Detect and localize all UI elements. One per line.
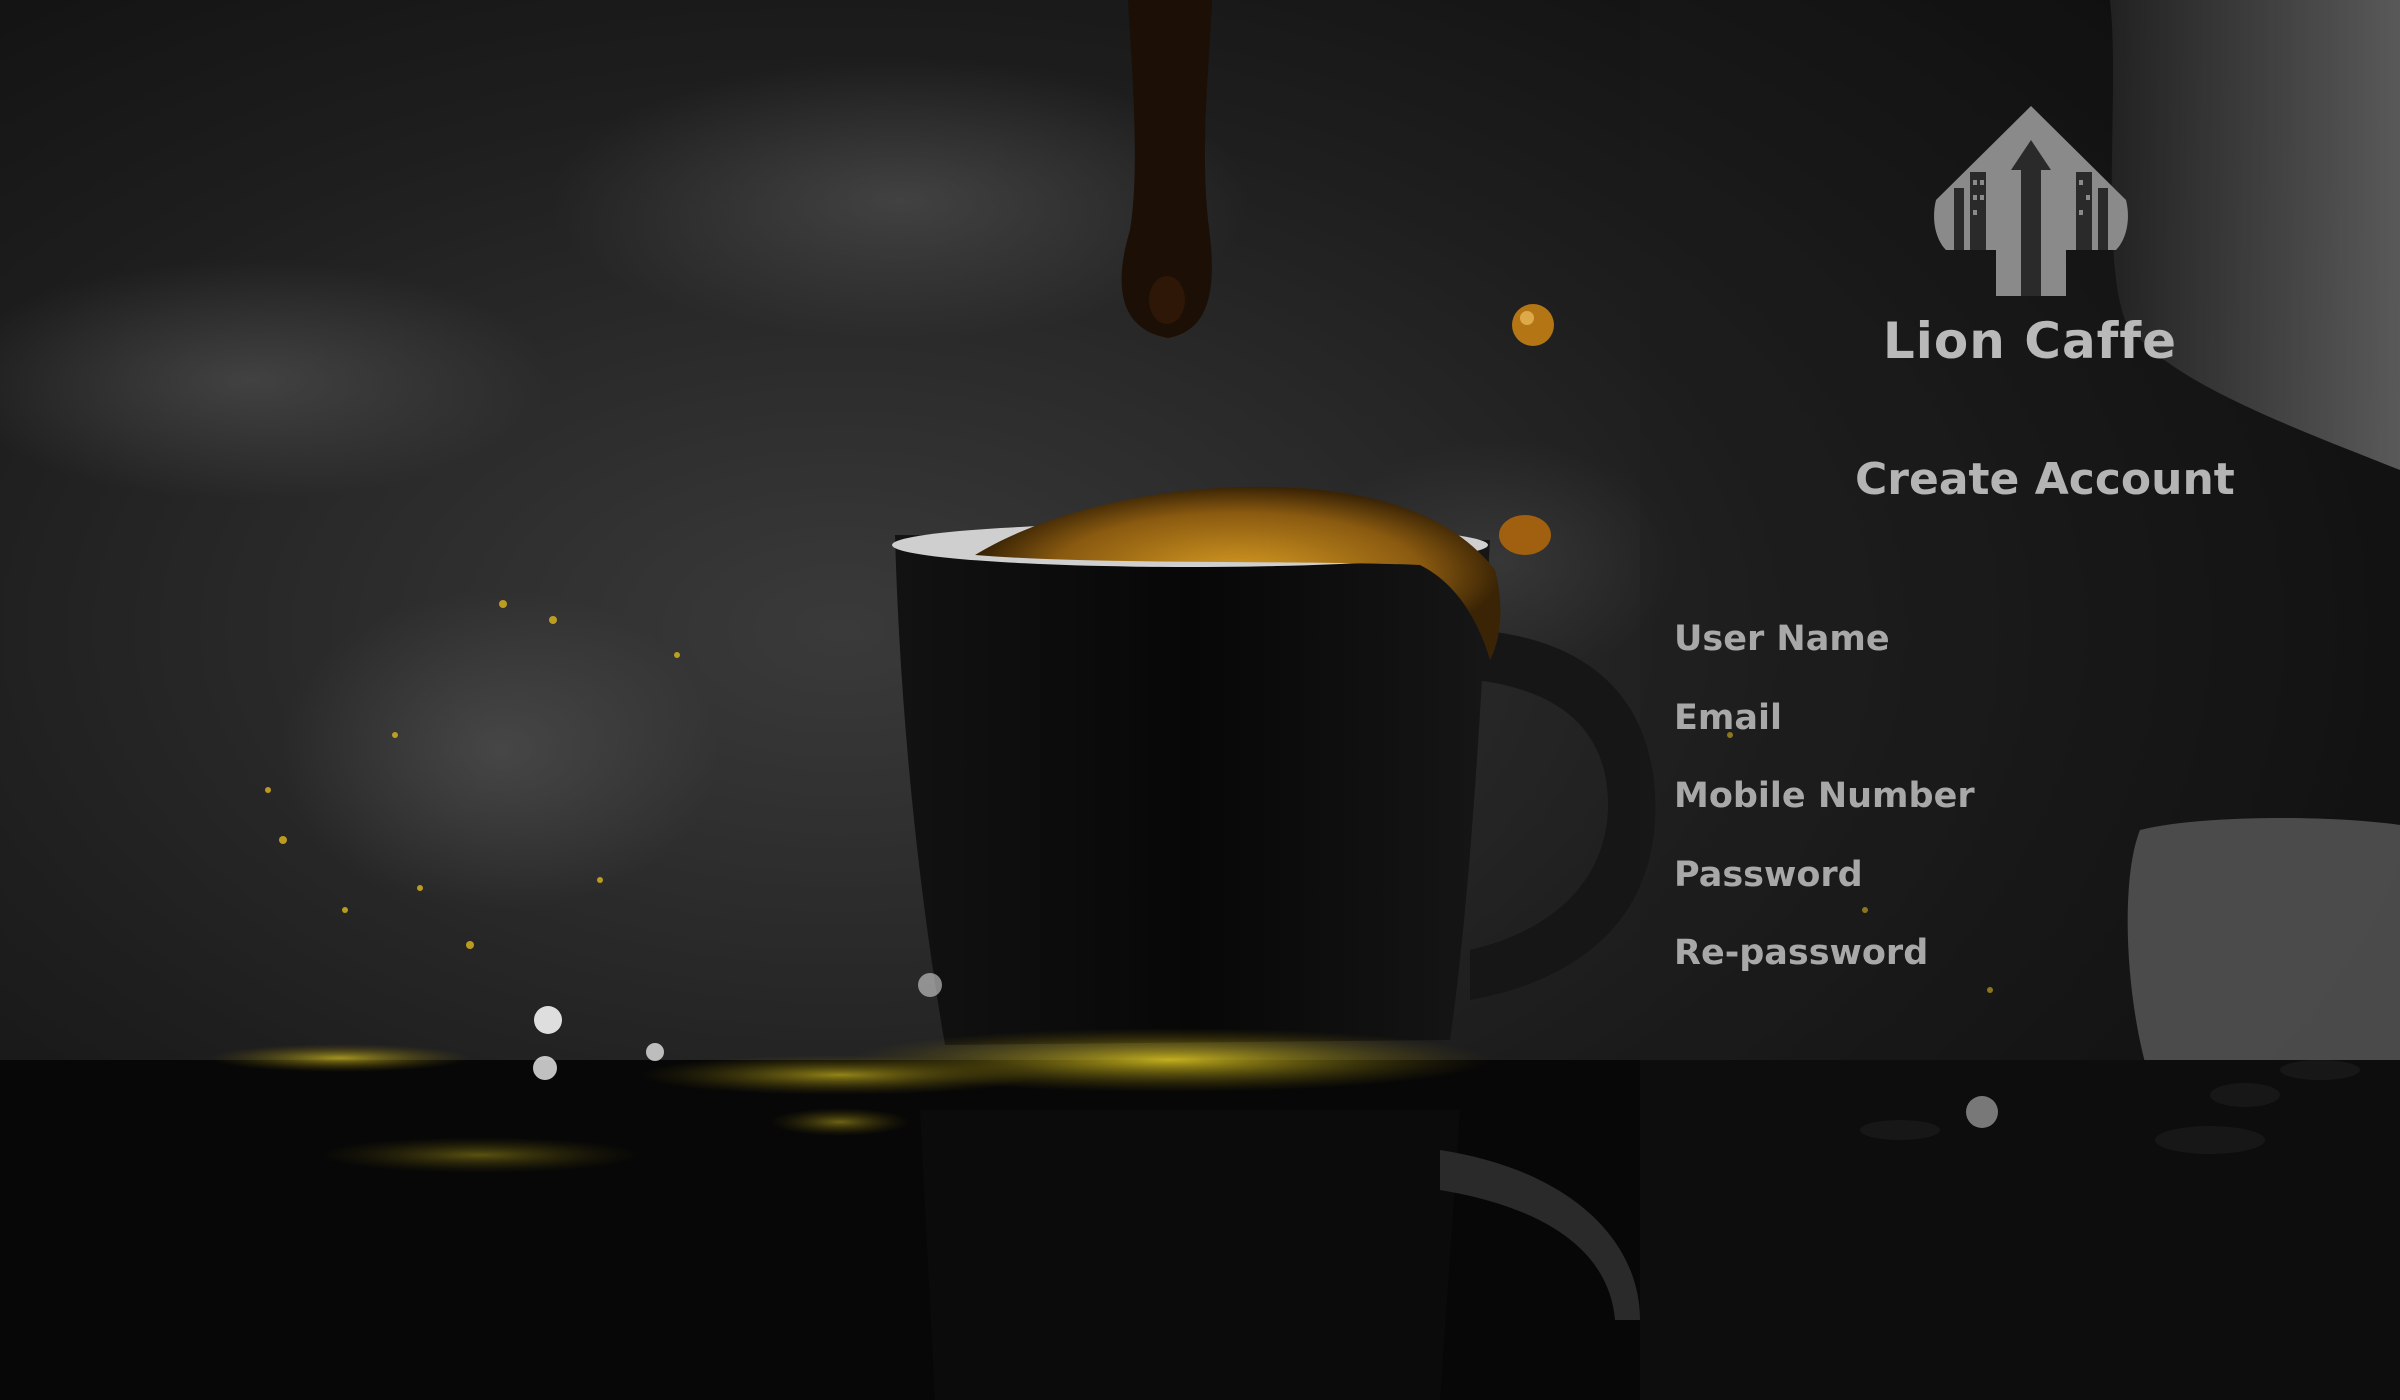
lion-caffe-logo-icon (1934, 106, 2128, 296)
signup-screen: Lion Caffe Create Account User Name Emai… (0, 0, 2400, 1400)
email-label[interactable]: Email (1674, 698, 1782, 738)
mobile-number-label[interactable]: Mobile Number (1674, 776, 1975, 816)
user-name-label[interactable]: User Name (1674, 619, 1890, 659)
brand-name: Lion Caffe (1882, 312, 2178, 370)
re-password-label[interactable]: Re-password (1674, 933, 1928, 973)
password-label[interactable]: Password (1674, 855, 1863, 895)
create-account-title: Create Account (1855, 454, 2235, 505)
